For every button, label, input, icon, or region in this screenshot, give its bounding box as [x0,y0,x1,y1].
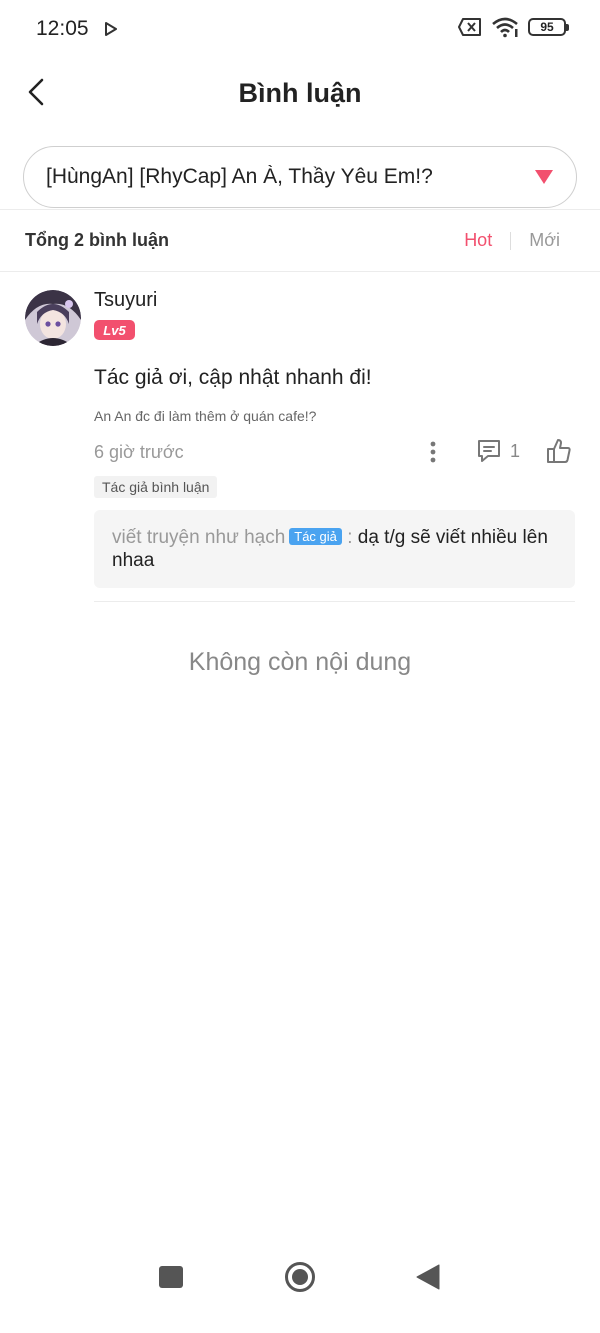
system-nav-bar [0,1257,600,1333]
comment-text: Tác giả ơi, cập nhật nhanh đi! [94,366,372,389]
nav-back-button[interactable] [416,1264,440,1290]
chapter-select-value: [HùngAn] [RhyCap] An À, Thầy Yêu Em!? [46,165,433,188]
more-options-icon[interactable] [424,440,442,464]
comment-time: 6 giờ trước [94,442,184,462]
divider [94,601,575,602]
status-icons: 95 [458,16,569,38]
level-badge: Lv5 [94,320,135,340]
reply-separator: : [347,527,353,548]
battery-level: 95 [540,20,554,34]
home-button[interactable] [284,1261,316,1293]
end-of-list-text: Không còn nội dung [188,648,412,676]
like-icon[interactable] [546,438,572,464]
comment-username[interactable]: Tsuyuri [94,289,157,312]
play-icon [105,22,117,36]
comment-chapter-ref[interactable]: An An đc đi làm thêm ở quán cafe!? [94,408,316,424]
sort-tab-new[interactable]: Mới [529,230,560,251]
author-commented-tag: Tác giả bình luận [94,476,218,498]
page-title: Bình luận [238,78,362,108]
sort-separator [510,231,512,250]
reply-author-name: viết truyện như hạch [112,527,286,548]
reply-count: 1 [510,440,521,461]
reply-button[interactable]: 1 [476,438,520,464]
status-time: 12:05 [36,17,89,40]
total-comments: Tổng 2 bình luận [25,230,169,250]
recents-button[interactable] [159,1266,183,1288]
divider [0,271,600,272]
sort-bar: Tổng 2 bình luận Hot Mới [0,210,600,270]
comment-icon [478,440,500,462]
header: Bình luận [0,60,600,130]
sort-tabs: Hot Mới [464,230,560,251]
status-bar: 12:05 95 [0,0,600,60]
wifi-icon [492,17,518,38]
sim-x-icon [458,18,481,36]
author-badge: Tác giả [289,528,342,545]
battery-icon: 95 [528,18,569,36]
avatar[interactable] [25,290,81,346]
caret-down-icon [535,170,553,184]
reply-preview[interactable]: viết truyện như hạch Tác giả : dạ t/g sẽ … [94,510,575,588]
chapter-select[interactable]: [HùngAn] [RhyCap] An À, Thầy Yêu Em!? [23,146,577,208]
sort-tab-hot[interactable]: Hot [464,230,492,251]
